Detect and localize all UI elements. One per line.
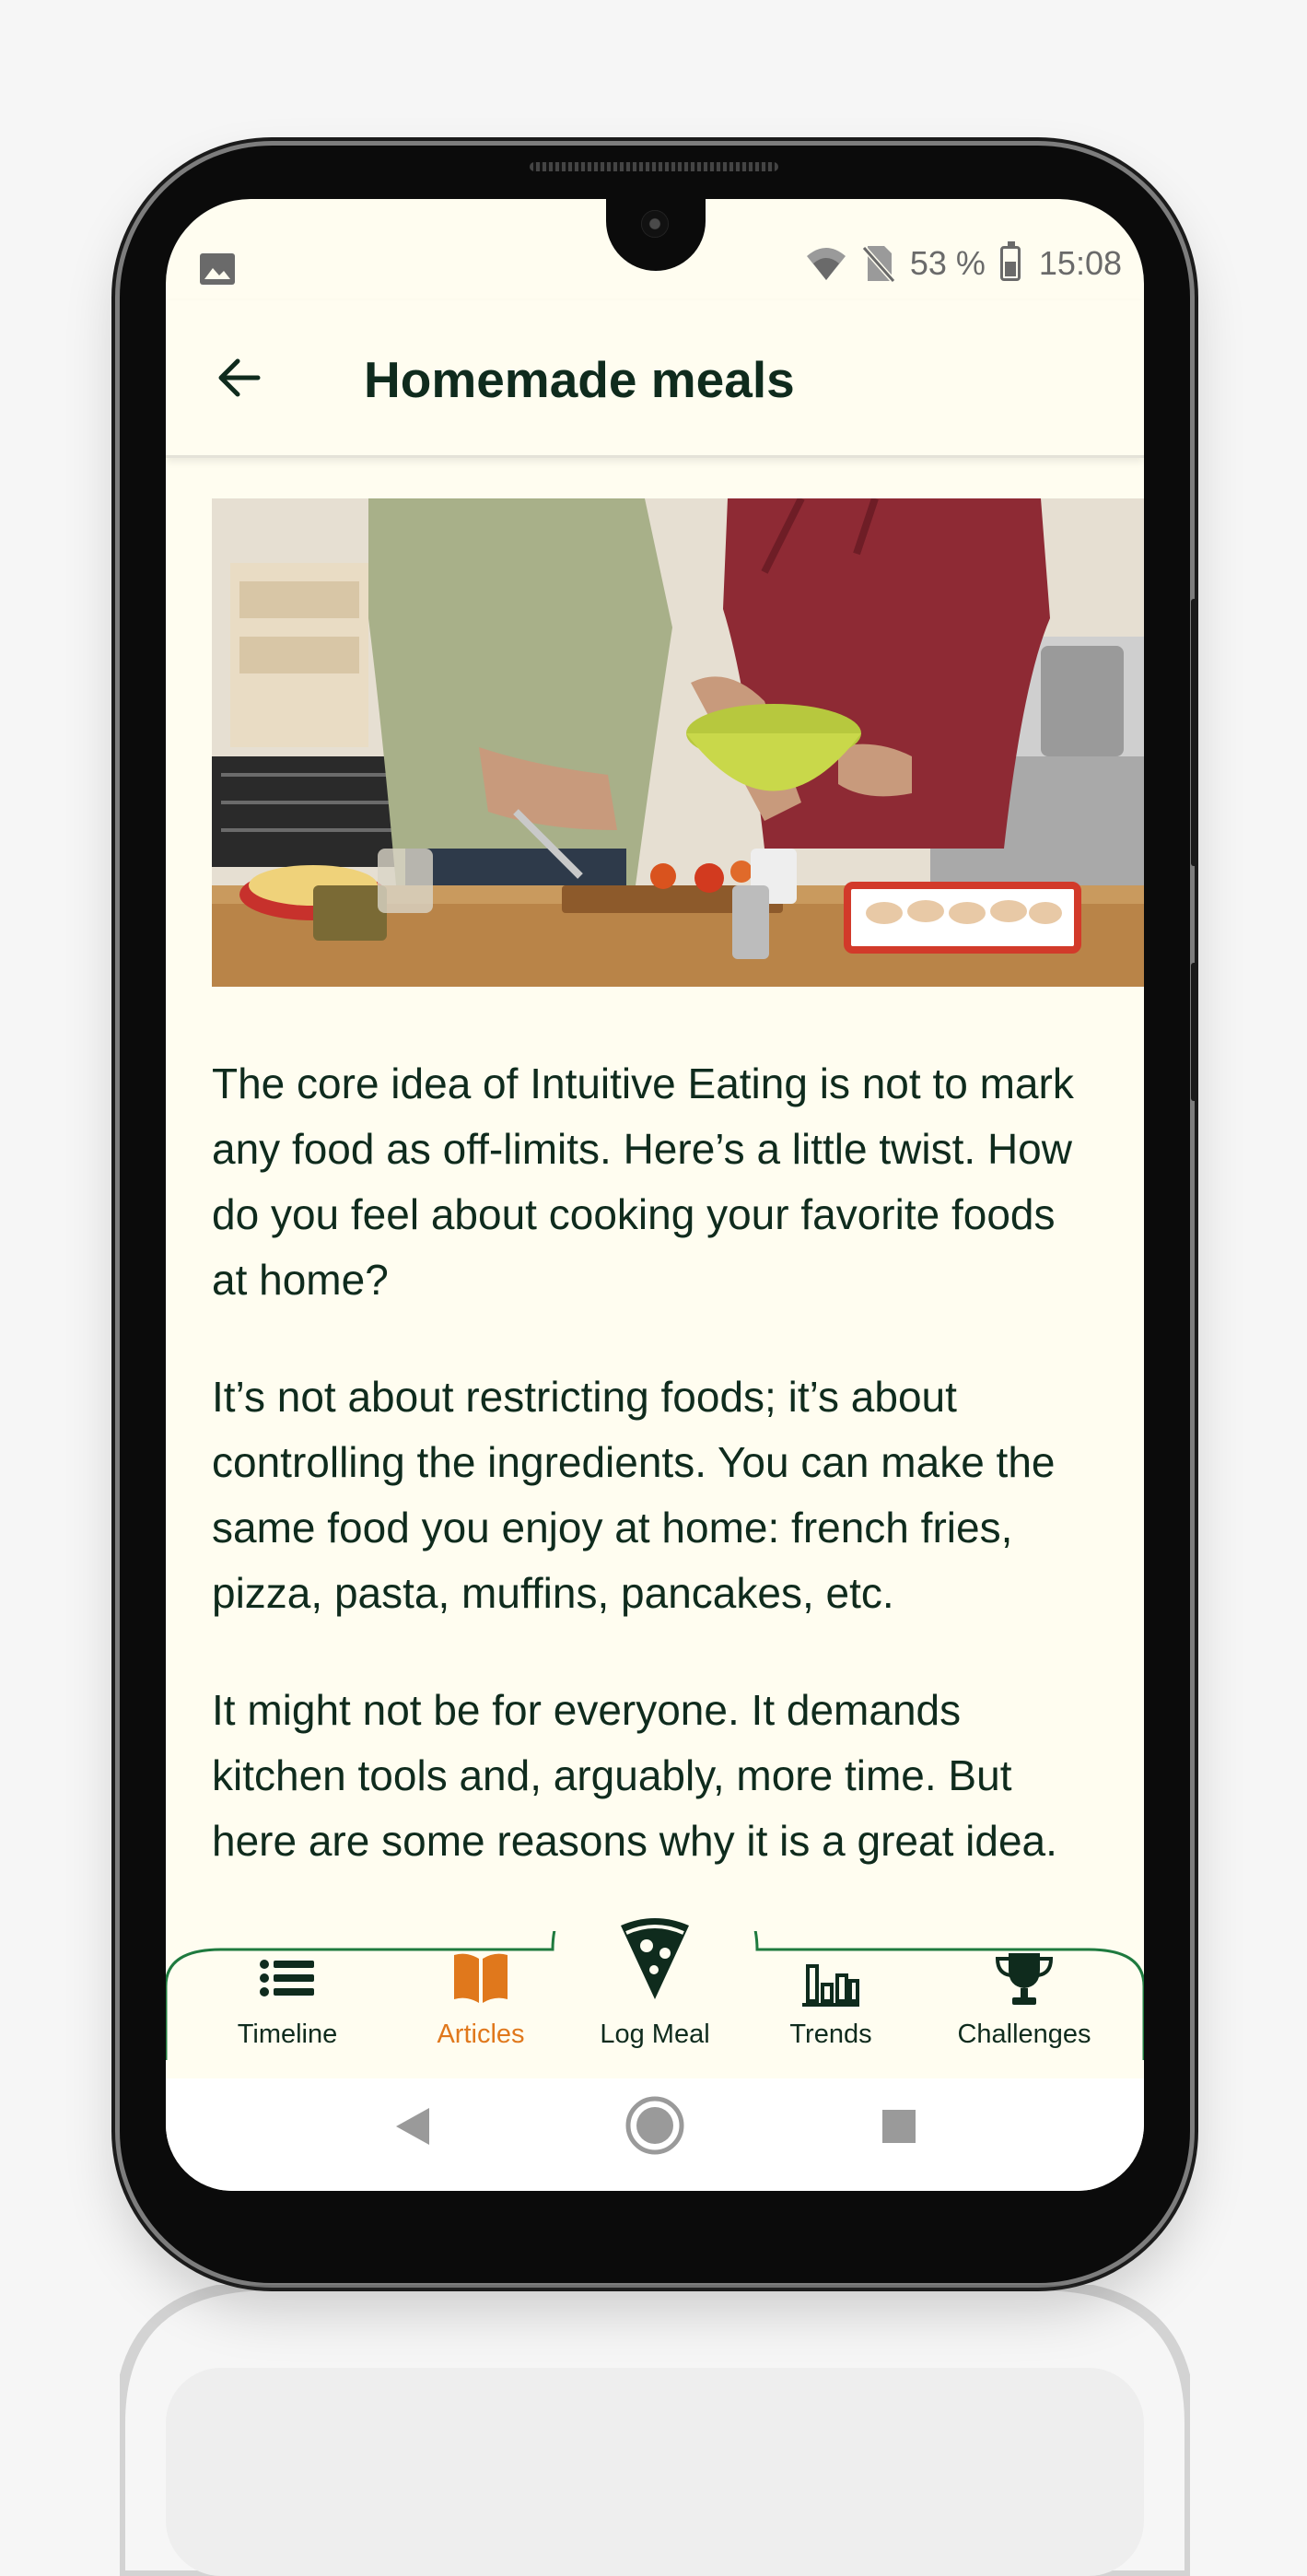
book-icon <box>454 1953 508 2003</box>
device-reflection <box>120 2285 1190 2576</box>
nav-label: Log Meal <box>600 2020 710 2049</box>
nav-label: Challenges <box>957 2020 1091 2049</box>
nav-item-trends[interactable]: Trends <box>739 1931 923 2060</box>
front-camera-icon <box>641 210 669 238</box>
pizza-icon <box>621 1918 689 1999</box>
list-icon <box>260 1960 314 1996</box>
nav-label: Trends <box>789 2020 872 2049</box>
nav-item-challenges[interactable]: Challenges <box>932 1931 1116 2060</box>
wifi-icon <box>806 248 846 280</box>
arrow-left-icon <box>218 358 261 397</box>
nav-item-articles[interactable]: Articles <box>389 1931 573 2060</box>
app-screen: 53 % 15:08 Homemade meals The core idea … <box>166 199 1144 2191</box>
battery-icon <box>999 241 1021 281</box>
article-paragraph: The core idea of Intuitive Eating is not… <box>212 1060 1074 1304</box>
page-title: Homemade meals <box>364 351 795 408</box>
system-navigation-bar <box>166 2062 1144 2191</box>
nav-label: Timeline <box>237 2020 338 2049</box>
kitchen-cooking-illustration <box>212 498 1144 987</box>
gallery-icon <box>200 253 235 285</box>
bar-chart-icon <box>802 1964 859 2007</box>
volume-button <box>1191 599 1198 866</box>
battery-percentage: 53 % <box>909 244 986 282</box>
bottom-navigation: Timeline Articles Log Meal Trends Challe… <box>166 1918 1144 2078</box>
nav-label: Articles <box>437 2020 525 2049</box>
system-back-icon[interactable] <box>392 2104 433 2149</box>
article-body: The core idea of Intuitive Eating is not… <box>212 1051 1096 1926</box>
reflection-shape <box>120 2285 1190 2576</box>
app-bar: Homemade meals <box>166 300 1144 458</box>
article-paragraph: It’s not about restricting foods; it’s a… <box>212 1373 1056 1617</box>
article-paragraph: It might not be for everyone. It demands… <box>212 1686 1057 1865</box>
system-home-icon[interactable] <box>624 2095 685 2156</box>
nav-item-timeline[interactable]: Timeline <box>195 1931 379 2060</box>
power-button <box>1191 963 1198 1101</box>
no-sim-icon <box>861 246 895 283</box>
nav-item-log-meal[interactable]: Log Meal <box>563 1918 747 2060</box>
clock-time: 15:08 <box>1038 244 1122 282</box>
hero-image <box>212 498 1144 987</box>
back-button[interactable] <box>206 345 273 411</box>
earpiece-speaker <box>530 162 778 171</box>
trophy-icon <box>995 1953 1054 2005</box>
system-recents-icon[interactable] <box>882 2110 916 2143</box>
